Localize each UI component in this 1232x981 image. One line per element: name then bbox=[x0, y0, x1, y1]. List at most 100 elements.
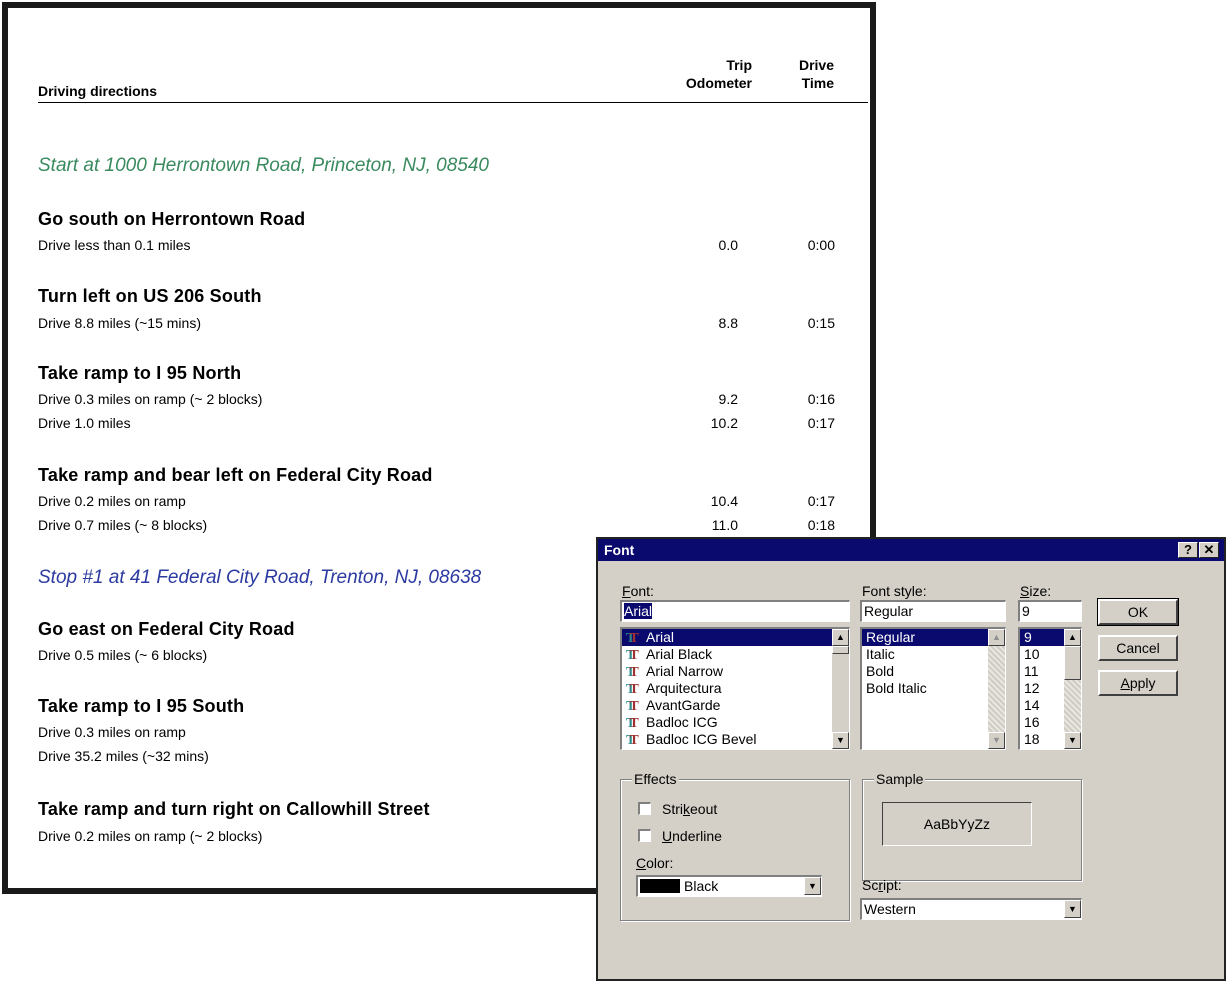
font-label: Font: bbox=[622, 583, 654, 599]
step-row-odometer: 9.2 bbox=[718, 391, 738, 407]
header-divider bbox=[38, 102, 868, 103]
effects-group bbox=[620, 779, 850, 921]
font-list-item-label: Arial Black bbox=[646, 646, 713, 662]
font-list-item-label: Arial Narrow bbox=[646, 663, 724, 679]
strikeout-checkbox[interactable] bbox=[638, 802, 651, 815]
font-list-item[interactable]: TT Arial Black bbox=[622, 646, 849, 663]
scroll-down-icon[interactable]: ▼ bbox=[988, 732, 1005, 749]
effects-label: Effects bbox=[632, 771, 679, 787]
font-list-item[interactable]: TT Arial Narrow bbox=[622, 663, 849, 680]
color-value: Black bbox=[684, 878, 719, 894]
font-list-scrollbar[interactable]: ▲ ▼ bbox=[832, 629, 849, 749]
underline-label[interactable]: Underline bbox=[662, 828, 722, 844]
apply-button[interactable]: Apply bbox=[1098, 670, 1178, 696]
step-row-time: 0:18 bbox=[807, 517, 835, 533]
step-row-odometer: 11.0 bbox=[711, 517, 738, 533]
style-list-item[interactable]: Regular bbox=[862, 629, 988, 646]
truetype-icon: TT bbox=[626, 648, 639, 663]
ok-button[interactable]: OK bbox=[1097, 598, 1179, 626]
script-value: Western bbox=[864, 901, 916, 917]
step-row-desc: Drive 0.3 miles on ramp bbox=[38, 724, 186, 740]
style-list-item[interactable]: Bold bbox=[862, 663, 1005, 680]
color-label: Color: bbox=[636, 855, 674, 871]
color-swatch bbox=[640, 879, 680, 893]
dropdown-arrow-icon[interactable]: ▼ bbox=[1064, 900, 1081, 918]
size-listbox[interactable]: 9 10 11 12 14 16 18 ▲ ▼ bbox=[1018, 627, 1082, 750]
step-title: Go south on Herrontown Road bbox=[38, 209, 306, 229]
font-list-item[interactable]: TT AvantGarde bbox=[622, 697, 849, 714]
truetype-icon: TT bbox=[626, 631, 639, 646]
sample-label: Sample bbox=[874, 771, 926, 787]
step-title: Go east on Federal City Road bbox=[38, 619, 295, 639]
step-row-desc: Drive 0.3 miles on ramp (~ 2 blocks) bbox=[38, 391, 263, 407]
scroll-thumb[interactable] bbox=[832, 646, 849, 654]
underline-checkbox[interactable] bbox=[638, 829, 651, 842]
step-row-desc: Drive 1.0 miles bbox=[38, 415, 131, 431]
font-style-input[interactable]: Regular bbox=[860, 600, 1006, 622]
step-row-odometer: 0.0 bbox=[718, 237, 738, 253]
drive-header-line2: Time bbox=[801, 75, 834, 91]
step-title: Take ramp and bear left on Federal City … bbox=[38, 465, 433, 485]
font-list-item-label: Badloc ICG Bevel bbox=[646, 731, 757, 747]
step-row-desc: Drive 0.2 miles on ramp bbox=[38, 493, 186, 509]
close-button[interactable]: ✕ bbox=[1199, 542, 1219, 558]
script-select[interactable]: Western ▼ bbox=[860, 898, 1082, 920]
size-list-item[interactable]: 9 bbox=[1020, 629, 1064, 646]
step-row: Drive 0.3 miles on ramp (~ 2 blocks) 9.2… bbox=[38, 389, 838, 409]
font-input-value: Arial bbox=[624, 603, 653, 619]
sample-preview: AaBbYyZz bbox=[882, 802, 1032, 846]
step-row-odometer: 10.2 bbox=[710, 415, 738, 431]
font-list-item-label: Badloc ICG bbox=[646, 714, 718, 730]
scroll-down-icon[interactable]: ▼ bbox=[832, 732, 849, 749]
size-list-scrollbar[interactable]: ▲ ▼ bbox=[1064, 629, 1081, 749]
scroll-thumb[interactable] bbox=[1064, 646, 1081, 680]
step-row-desc: Drive 0.7 miles (~ 8 blocks) bbox=[38, 517, 208, 533]
step-row-desc: Drive less than 0.1 miles bbox=[38, 237, 191, 253]
help-button[interactable]: ? bbox=[1178, 542, 1198, 558]
drive-time-header: Drive Time bbox=[752, 56, 834, 92]
style-list-item[interactable]: Bold Italic bbox=[862, 680, 1005, 697]
dialog-titlebar[interactable]: Font ? ✕ bbox=[598, 539, 1224, 561]
step-row-time: 0:17 bbox=[807, 415, 835, 431]
step-row-desc: Drive 35.2 miles (~32 mins) bbox=[38, 748, 209, 764]
font-list-item[interactable]: TT Arquitectura bbox=[622, 680, 849, 697]
step-row: Drive 1.0 miles 10.2 0:17 bbox=[38, 413, 838, 433]
scroll-up-icon[interactable]: ▲ bbox=[988, 629, 1005, 646]
trip-header-line1: Trip bbox=[726, 57, 752, 73]
font-list-item-label: Arquitectura bbox=[646, 680, 722, 696]
step-row-desc: Drive 8.8 miles (~15 mins) bbox=[38, 315, 201, 331]
step-row: Drive 0.2 miles on ramp 10.4 0:17 bbox=[38, 491, 838, 511]
font-dialog: Font ? ✕ Font: Arial TT Arial TT Arial Bla… bbox=[596, 537, 1226, 981]
size-input[interactable]: 9 bbox=[1018, 600, 1082, 622]
scroll-down-icon[interactable]: ▼ bbox=[1064, 732, 1081, 749]
font-list-item[interactable]: TT Arial bbox=[622, 629, 849, 646]
font-input[interactable]: Arial bbox=[620, 600, 850, 622]
step-title: Take ramp to I 95 North bbox=[38, 363, 242, 383]
strikeout-label[interactable]: Strikeout bbox=[662, 801, 717, 817]
scroll-up-icon[interactable]: ▲ bbox=[832, 629, 849, 646]
step-row: Drive 0.7 miles (~ 8 blocks) 11.0 0:18 bbox=[38, 515, 838, 535]
truetype-icon: TT bbox=[626, 699, 639, 714]
color-select[interactable]: Black ▼ bbox=[636, 875, 822, 897]
scroll-up-icon[interactable]: ▲ bbox=[1064, 629, 1081, 646]
step-title: Take ramp and turn right on Callowhill S… bbox=[38, 799, 430, 819]
dropdown-arrow-icon[interactable]: ▼ bbox=[804, 877, 821, 895]
step-row-time: 0:16 bbox=[807, 391, 835, 407]
font-list-item[interactable]: TT Badloc ICG bbox=[622, 714, 849, 731]
style-list-scrollbar[interactable]: ▲ ▼ bbox=[988, 629, 1005, 749]
trip-header-line2: Odometer bbox=[685, 75, 752, 91]
cancel-button[interactable]: Cancel bbox=[1098, 635, 1178, 661]
script-label: Script: bbox=[862, 877, 902, 893]
truetype-icon: TT bbox=[626, 665, 639, 680]
step-title: Turn left on US 206 South bbox=[38, 286, 262, 306]
step-row-time: 0:17 bbox=[807, 493, 835, 509]
font-listbox[interactable]: TT Arial TT Arial Black TT Arial Narrow TT A… bbox=[620, 627, 850, 750]
step-row-odometer: 10.4 bbox=[710, 493, 738, 509]
drive-header-line1: Drive bbox=[798, 57, 834, 73]
step-row-time: 0:15 bbox=[807, 315, 835, 331]
style-list-item[interactable]: Italic bbox=[862, 646, 1005, 663]
font-style-label: Font style: bbox=[862, 583, 927, 599]
font-list-item[interactable]: TT Badloc ICG Bevel bbox=[622, 731, 849, 748]
truetype-icon: TT bbox=[626, 716, 639, 731]
font-style-listbox[interactable]: Regular Italic Bold Bold Italic ▲ ▼ bbox=[860, 627, 1006, 750]
